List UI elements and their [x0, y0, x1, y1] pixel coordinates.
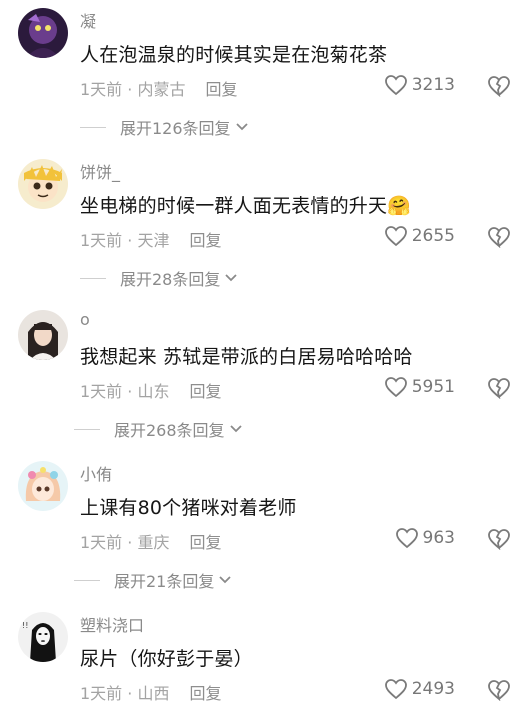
chevron-down-icon [235, 123, 248, 131]
location: 天津 [137, 231, 170, 250]
chevron-down-icon [225, 274, 238, 282]
expand-label: 展开28条回复 [120, 270, 221, 289]
username[interactable]: o [80, 310, 90, 329]
reply-button[interactable]: 回复 [189, 231, 221, 250]
expand-replies-button[interactable]: 展开21条回复 [74, 568, 232, 592]
reply-button[interactable]: 回复 [189, 382, 221, 401]
comment-meta: 1天前 · 山西 回复 [80, 680, 221, 701]
comment-meta: 1天前 · 天津 回复 [80, 227, 221, 251]
avatar[interactable] [18, 461, 68, 511]
location: 山西 [137, 684, 170, 701]
like-count: 3213 [411, 75, 455, 95]
heart-outline-icon [384, 75, 407, 96]
username[interactable]: 小侑 [80, 461, 112, 485]
expand-replies-button[interactable]: 展开268条回复 [74, 417, 243, 441]
separator: · [122, 80, 138, 99]
separator: · [122, 533, 138, 552]
divider-line [80, 126, 106, 128]
chevron-down-icon [219, 576, 232, 584]
avatar[interactable] [18, 310, 68, 360]
location: 内蒙古 [137, 80, 186, 99]
like-count: 963 [422, 528, 455, 548]
timestamp: 1天前 [80, 684, 123, 701]
expand-label: 展开268条回复 [114, 421, 225, 440]
location: 重庆 [137, 533, 170, 552]
timestamp: 1天前 [80, 533, 123, 552]
heart-outline-icon [395, 528, 418, 549]
comment-meta: 1天前 · 重庆 回复 [80, 529, 221, 553]
svg-text:!!: !! [22, 621, 28, 630]
like-button[interactable]: 5951 [384, 376, 455, 398]
like-button[interactable]: 2655 [384, 225, 455, 247]
comment-text: 人在泡温泉的时候其实是在泡菊花茶 [80, 44, 388, 66]
broken-heart-icon[interactable] [487, 226, 511, 248]
username[interactable]: 凝 [80, 8, 96, 32]
like-count: 2493 [411, 679, 455, 699]
comment-text: 尿片（你好彭于晏） [80, 648, 253, 670]
comment-text: 我想起来 苏轼是带派的白居易哈哈哈哈 [80, 346, 413, 368]
heart-outline-icon [384, 226, 407, 247]
comment-text: 坐电梯的时候一群人面无表情的升天🤗 [80, 195, 412, 217]
like-button[interactable]: 963 [395, 527, 455, 549]
broken-heart-icon[interactable] [487, 75, 511, 97]
separator: · [122, 382, 138, 401]
reply-button[interactable]: 回复 [189, 533, 221, 552]
username[interactable]: 塑料浇口 [80, 612, 144, 636]
expand-replies-button[interactable]: 展开126条回复 [80, 115, 249, 139]
like-count: 2655 [411, 226, 455, 246]
timestamp: 1天前 [80, 382, 123, 401]
comment-meta: 1天前 · 山东 回复 [80, 378, 221, 402]
broken-heart-icon[interactable] [487, 528, 511, 550]
comment-meta: 1天前 · 内蒙古 回复 [80, 76, 237, 100]
divider-line [80, 277, 106, 279]
comment-text: 上课有80个猪咪对着老师 [80, 497, 297, 519]
reply-button[interactable]: 回复 [205, 80, 237, 99]
divider-line [74, 428, 100, 430]
heart-outline-icon [384, 377, 407, 398]
heart-outline-icon [384, 679, 407, 700]
divider-line [74, 579, 100, 581]
avatar[interactable] [18, 159, 68, 209]
location: 山东 [137, 382, 170, 401]
like-button[interactable]: 2493 [384, 678, 455, 700]
timestamp: 1天前 [80, 80, 123, 99]
expand-label: 展开21条回复 [114, 572, 215, 591]
expand-label: 展开126条回复 [120, 119, 231, 138]
reply-button[interactable]: 回复 [189, 684, 221, 701]
like-count: 5951 [411, 377, 455, 397]
timestamp: 1天前 [80, 231, 123, 250]
separator: · [122, 231, 138, 250]
avatar[interactable]: !! [18, 612, 68, 662]
separator: · [122, 684, 138, 701]
avatar[interactable] [18, 8, 68, 58]
username[interactable]: 饼饼_ [80, 159, 120, 183]
broken-heart-icon[interactable] [487, 377, 511, 399]
broken-heart-icon[interactable] [487, 679, 511, 701]
expand-replies-button[interactable]: 展开28条回复 [80, 266, 238, 290]
like-button[interactable]: 3213 [384, 74, 455, 96]
chevron-down-icon [229, 425, 242, 433]
